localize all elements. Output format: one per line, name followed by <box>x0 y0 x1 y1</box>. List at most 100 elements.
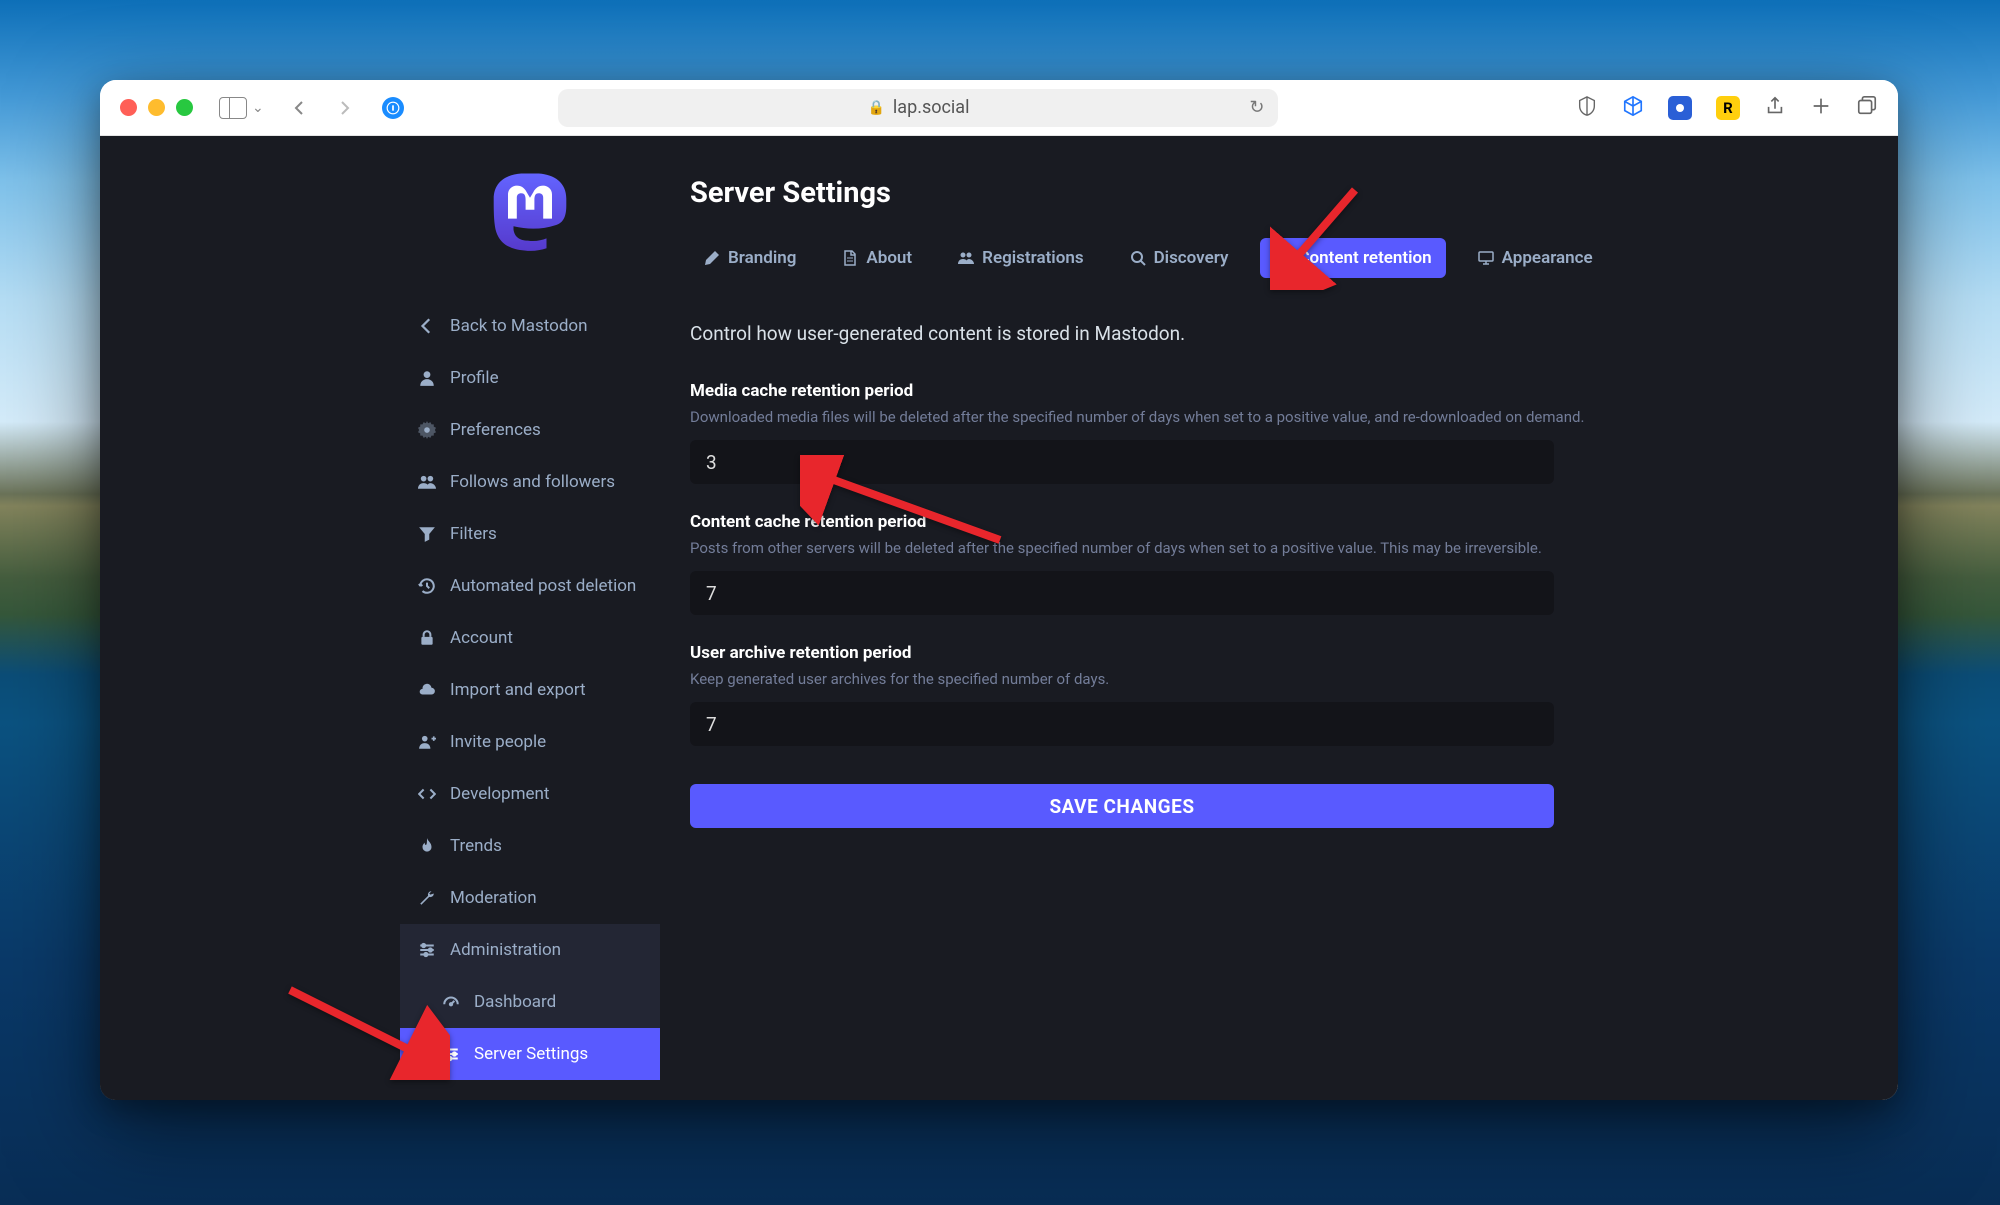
back-button[interactable] <box>292 94 308 122</box>
history-icon <box>1274 250 1290 266</box>
wrench-icon <box>418 889 436 907</box>
sidebar-item-follows[interactable]: Follows and followers <box>400 456 660 508</box>
sidebar-item-server-settings[interactable]: Server Settings <box>400 1028 660 1080</box>
logo-container <box>400 168 660 256</box>
sidebar-item-label: Server Settings <box>474 1044 588 1064</box>
sidebar-item-label: Follows and followers <box>450 472 615 492</box>
user-plus-icon <box>418 733 436 751</box>
gear-icon <box>418 421 436 439</box>
sidebar-item-label: Automated post deletion <box>450 576 636 596</box>
admin-sidebar: Back to Mastodon Profile Preferences Fol… <box>100 136 660 1100</box>
sidebar-item-label: Import and export <box>450 680 586 700</box>
sidebar-item-import-export[interactable]: Import and export <box>400 664 660 716</box>
sidebar-toggle-button[interactable] <box>219 97 247 119</box>
maximize-window-button[interactable] <box>176 99 193 116</box>
archive-retention-group: User archive retention period Keep gener… <box>690 643 1848 746</box>
save-button[interactable]: SAVE CHANGES <box>690 784 1554 828</box>
users-icon <box>958 250 974 266</box>
sidebar-item-label: Moderation <box>450 888 537 908</box>
archive-retention-input[interactable] <box>690 702 1554 746</box>
sidebar-nav: Back to Mastodon Profile Preferences Fol… <box>400 300 660 1080</box>
sidebar-item-administration[interactable]: Administration <box>400 924 660 976</box>
sidebar-item-label: Dashboard <box>474 992 556 1012</box>
extension-a-icon[interactable] <box>1668 96 1692 120</box>
settings-tabs: Branding About Registrations Discovery C… <box>690 238 1848 278</box>
window-controls <box>120 99 193 116</box>
content-retention-hint: Posts from other servers will be deleted… <box>690 538 1848 559</box>
content-retention-input[interactable] <box>690 571 1554 615</box>
tab-label: Registrations <box>982 248 1083 268</box>
sidebar-item-preferences[interactable]: Preferences <box>400 404 660 456</box>
sidebar-item-label: Invite people <box>450 732 546 752</box>
history-icon <box>418 577 436 595</box>
tab-label: Branding <box>728 248 796 268</box>
safari-window: ⌄ 🔒 lap.social ↻ <box>100 80 1898 1100</box>
sidebar-item-label: Administration <box>450 940 561 960</box>
page-title: Server Settings <box>690 176 1848 210</box>
pencil-icon <box>704 250 720 266</box>
forward-button[interactable] <box>336 94 352 122</box>
tabs-overview-icon[interactable] <box>1856 95 1878 121</box>
mastodon-admin: Back to Mastodon Profile Preferences Fol… <box>100 136 1898 1100</box>
intro-text: Control how user-generated content is st… <box>690 322 1848 345</box>
media-retention-label: Media cache retention period <box>690 381 1848 401</box>
sliders-icon <box>442 1045 460 1063</box>
cloud-icon <box>418 681 436 699</box>
tab-appearance[interactable]: Appearance <box>1464 238 1607 278</box>
sidebar-item-label: Development <box>450 784 549 804</box>
safari-toolbar: ⌄ 🔒 lap.social ↻ <box>100 80 1898 136</box>
lock-icon: 🔒 <box>867 100 884 116</box>
sidebar-item-account[interactable]: Account <box>400 612 660 664</box>
content-retention-label: Content cache retention period <box>690 512 1848 532</box>
sidebar-item-label: Preferences <box>450 420 541 440</box>
sidebar-item-moderation[interactable]: Moderation <box>400 872 660 924</box>
tab-label: Content retention <box>1298 248 1431 268</box>
tab-label: Discovery <box>1154 248 1229 268</box>
tab-registrations[interactable]: Registrations <box>944 238 1097 278</box>
tab-label: About <box>866 248 912 268</box>
sidebar-item-invite[interactable]: Invite people <box>400 716 660 768</box>
users-icon <box>418 473 436 491</box>
user-icon <box>418 369 436 387</box>
lock-icon <box>418 629 436 647</box>
dashboard-icon <box>442 993 460 1011</box>
onepassword-icon[interactable] <box>382 97 404 119</box>
privacy-report-icon[interactable] <box>1576 95 1598 121</box>
content-retention-group: Content cache retention period Posts fro… <box>690 512 1848 615</box>
tab-content-retention[interactable]: Content retention <box>1260 238 1445 278</box>
sidebar-back-link[interactable]: Back to Mastodon <box>400 300 660 352</box>
archive-retention-label: User archive retention period <box>690 643 1848 663</box>
extension-r-icon[interactable]: R <box>1716 96 1740 120</box>
file-icon <box>842 250 858 266</box>
sidebar-item-label: Account <box>450 628 513 648</box>
extension-cube-icon[interactable] <box>1622 95 1644 121</box>
tab-groups-dropdown[interactable]: ⌄ <box>252 100 264 116</box>
tab-discovery[interactable]: Discovery <box>1116 238 1243 278</box>
media-retention-group: Media cache retention period Downloaded … <box>690 381 1848 484</box>
tab-label: Appearance <box>1502 248 1593 268</box>
sidebar-item-dashboard[interactable]: Dashboard <box>400 976 660 1028</box>
sidebar-item-development[interactable]: Development <box>400 768 660 820</box>
refresh-button[interactable]: ↻ <box>1249 97 1264 118</box>
media-retention-hint: Downloaded media files will be deleted a… <box>690 407 1848 428</box>
url-bar[interactable]: 🔒 lap.social ↻ <box>558 89 1278 127</box>
monitor-icon <box>1478 250 1494 266</box>
sidebar-item-label: Filters <box>450 524 497 544</box>
tab-about[interactable]: About <box>828 238 926 278</box>
media-retention-input[interactable] <box>690 440 1554 484</box>
minimize-window-button[interactable] <box>148 99 165 116</box>
sidebar-item-label: Profile <box>450 368 499 388</box>
sidebar-item-deletion[interactable]: Automated post deletion <box>400 560 660 612</box>
sidebar-back-label: Back to Mastodon <box>450 316 588 336</box>
url-text: lap.social <box>893 97 970 118</box>
share-icon[interactable] <box>1764 95 1786 121</box>
sidebar-item-filters[interactable]: Filters <box>400 508 660 560</box>
sidebar-item-profile[interactable]: Profile <box>400 352 660 404</box>
new-tab-icon[interactable] <box>1810 95 1832 121</box>
close-window-button[interactable] <box>120 99 137 116</box>
sliders-icon <box>418 941 436 959</box>
sidebar-item-label: Trends <box>450 836 502 856</box>
sidebar-item-trends[interactable]: Trends <box>400 820 660 872</box>
search-icon <box>1130 250 1146 266</box>
tab-branding[interactable]: Branding <box>690 238 810 278</box>
